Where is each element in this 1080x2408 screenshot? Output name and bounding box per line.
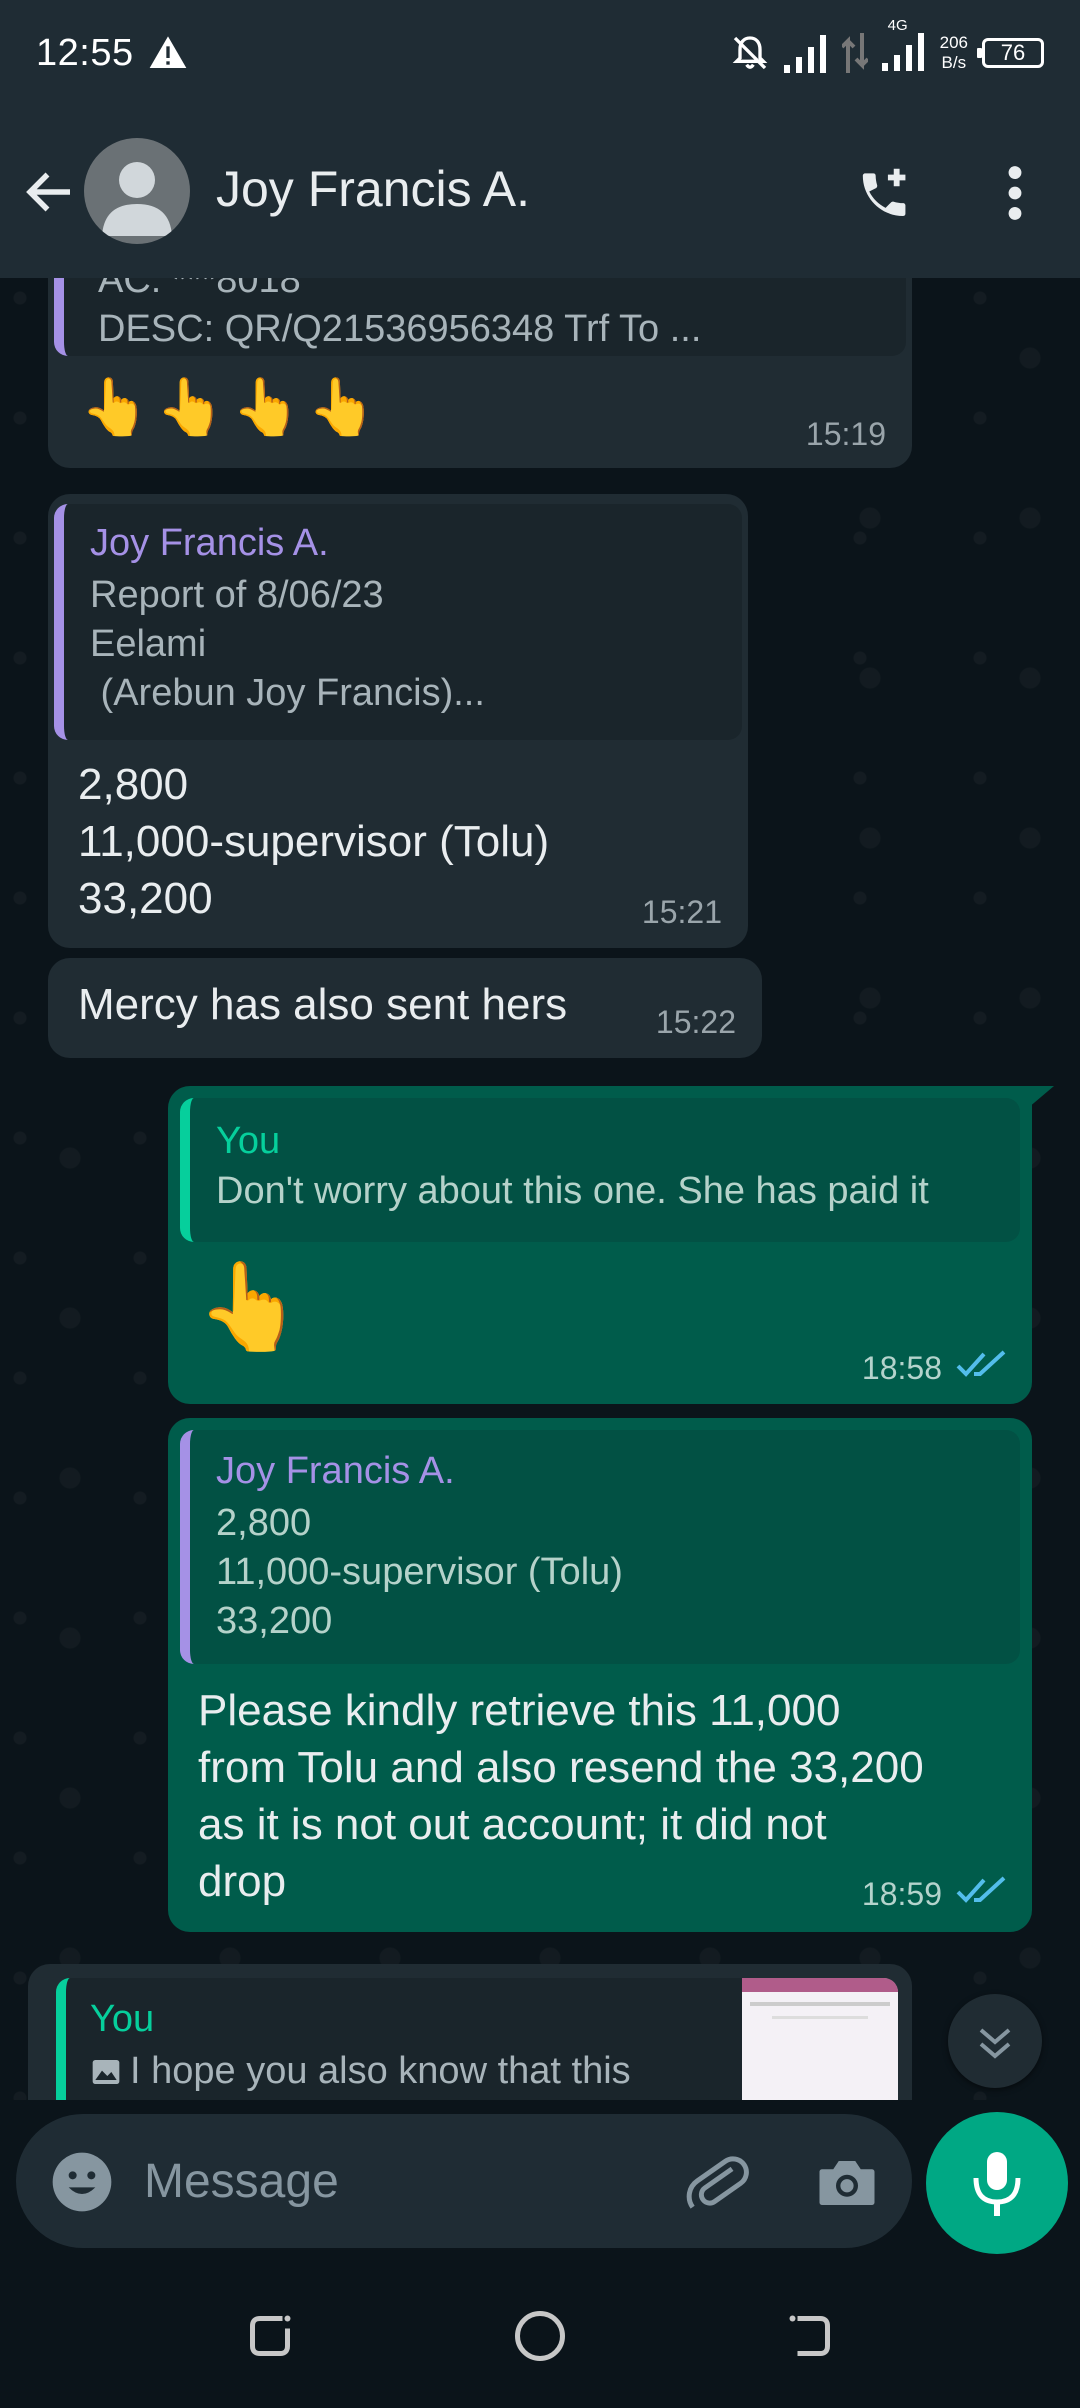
quoted-message[interactable]: Joy Francis A. 2,800 11,000-supervisor (… <box>180 1430 1020 1664</box>
quote-author: You <box>216 1120 281 1162</box>
quote-line: (Arebun Joy Francis)... <box>90 672 485 714</box>
chat-header: Joy Francis A. <box>0 106 1080 278</box>
status-icons: 4G 206 B/s 76 <box>730 17 1044 76</box>
scroll-to-bottom-button[interactable] <box>948 1994 1042 2088</box>
network-type-label: 4G <box>887 16 908 34</box>
back-nav-icon[interactable] <box>780 2306 840 2366</box>
default-avatar-icon <box>102 162 172 236</box>
quote-line: Don't worry about this one. She has paid… <box>216 1170 929 1212</box>
message-bubble-incoming[interactable]: You I hope you also know that this <box>28 1964 912 2100</box>
quote-line: Report of 8/06/23 <box>90 574 384 616</box>
quote-line: 2,800 <box>216 1502 312 1544</box>
network-speed: 206 B/s <box>940 33 968 73</box>
read-receipt-icon <box>956 1876 1006 1903</box>
signal-icon-sim2 <box>881 32 924 71</box>
quoted-message[interactable]: You Don't worry about this one. She has … <box>180 1098 1020 1242</box>
quote-author: Joy Francis A. <box>216 1450 455 1492</box>
quoted-message[interactable]: You I hope you also know that this <box>56 1978 898 2100</box>
paperclip-icon[interactable] <box>684 2150 750 2216</box>
quote-line: I hope you also know that this <box>130 2050 631 2092</box>
avatar[interactable] <box>84 138 190 244</box>
voice-message-button[interactable] <box>926 2112 1068 2254</box>
warning-icon <box>149 36 186 68</box>
read-receipt-icon <box>956 1350 1006 1377</box>
emoji-text: 👆👆👆👆 <box>80 375 383 438</box>
message-input[interactable] <box>144 2114 664 2248</box>
thumbnail-line <box>750 2002 890 2006</box>
message-bubble-outgoing[interactable]: Joy Francis A. 2,800 11,000-supervisor (… <box>168 1418 1032 1932</box>
quote-line: DESC: QR/Q21536956348 Trf To ... <box>98 308 702 350</box>
status-time: 12:55 <box>36 31 134 74</box>
network-speed-unit: B/s <box>941 53 967 72</box>
signal-sim2: 4G <box>881 17 926 76</box>
message-text: 2,800 11,000-supervisor (Tolu) 33,200 <box>78 760 550 923</box>
bell-off-icon <box>732 36 767 70</box>
quoted-message[interactable]: AC: ***8018 DESC: QR/Q21536956348 Trf To… <box>54 278 906 356</box>
quote-line: 11,000-supervisor (Tolu) <box>216 1551 623 1593</box>
contact-name[interactable]: Joy Francis A. <box>216 160 530 218</box>
message-text: Mercy has also sent hers <box>78 980 568 1029</box>
add-call-icon[interactable] <box>850 160 920 230</box>
home-icon[interactable] <box>510 2306 570 2366</box>
image-icon <box>92 2059 120 2084</box>
thumbnail-line <box>772 2016 868 2019</box>
thumbnail-bar <box>742 1978 898 1992</box>
quote-line: AC: ***8018 <box>98 278 301 301</box>
message-time: 18:59 <box>861 1876 942 1912</box>
recents-icon[interactable] <box>240 2306 300 2366</box>
quote-thumbnail <box>742 1978 898 2100</box>
emoji-icon[interactable] <box>50 2150 114 2214</box>
message-time: 18:58 <box>861 1350 942 1386</box>
message-time: 15:22 <box>655 1004 736 1040</box>
emoji-text: 👆 <box>196 1259 304 1355</box>
message-time: 15:19 <box>805 416 886 452</box>
quote-line: Eelami <box>90 623 207 665</box>
system-navigation-bar <box>0 2264 1080 2408</box>
message-bubble-incoming[interactable]: Joy Francis A. Report of 8/06/23 Eelami … <box>48 494 748 948</box>
microphone-icon <box>973 2152 1021 2216</box>
quote-line: 33,200 <box>216 1600 333 1642</box>
chevron-double-down-icon <box>979 2028 1011 2059</box>
message-list[interactable]: AC: ***8018 DESC: QR/Q21536956348 Trf To… <box>0 278 1080 2100</box>
data-arrows-icon <box>841 33 868 73</box>
quote-author: Joy Francis A. <box>90 522 329 564</box>
message-bubble-incoming[interactable]: AC: ***8018 DESC: QR/Q21536956348 Trf To… <box>48 278 912 468</box>
status-bar: 12:55 4G 206 B/s 76 <box>0 0 1080 106</box>
signal-icon-sim1 <box>783 35 826 73</box>
more-vertical-icon[interactable] <box>990 158 1040 228</box>
bubble-tail <box>1028 1086 1054 1108</box>
message-composer <box>16 2114 912 2248</box>
network-speed-value: 206 <box>939 33 968 52</box>
quoted-message[interactable]: Joy Francis A. Report of 8/06/23 Eelami … <box>54 504 742 740</box>
message-bubble-incoming[interactable]: Mercy has also sent hers 15:22 <box>48 958 762 1058</box>
message-time: 15:21 <box>641 894 722 930</box>
arrow-left-icon[interactable] <box>20 162 80 222</box>
message-bubble-outgoing[interactable]: You Don't worry about this one. She has … <box>168 1086 1054 1404</box>
battery-indicator: 76 <box>977 38 1044 68</box>
camera-icon[interactable] <box>814 2150 880 2216</box>
